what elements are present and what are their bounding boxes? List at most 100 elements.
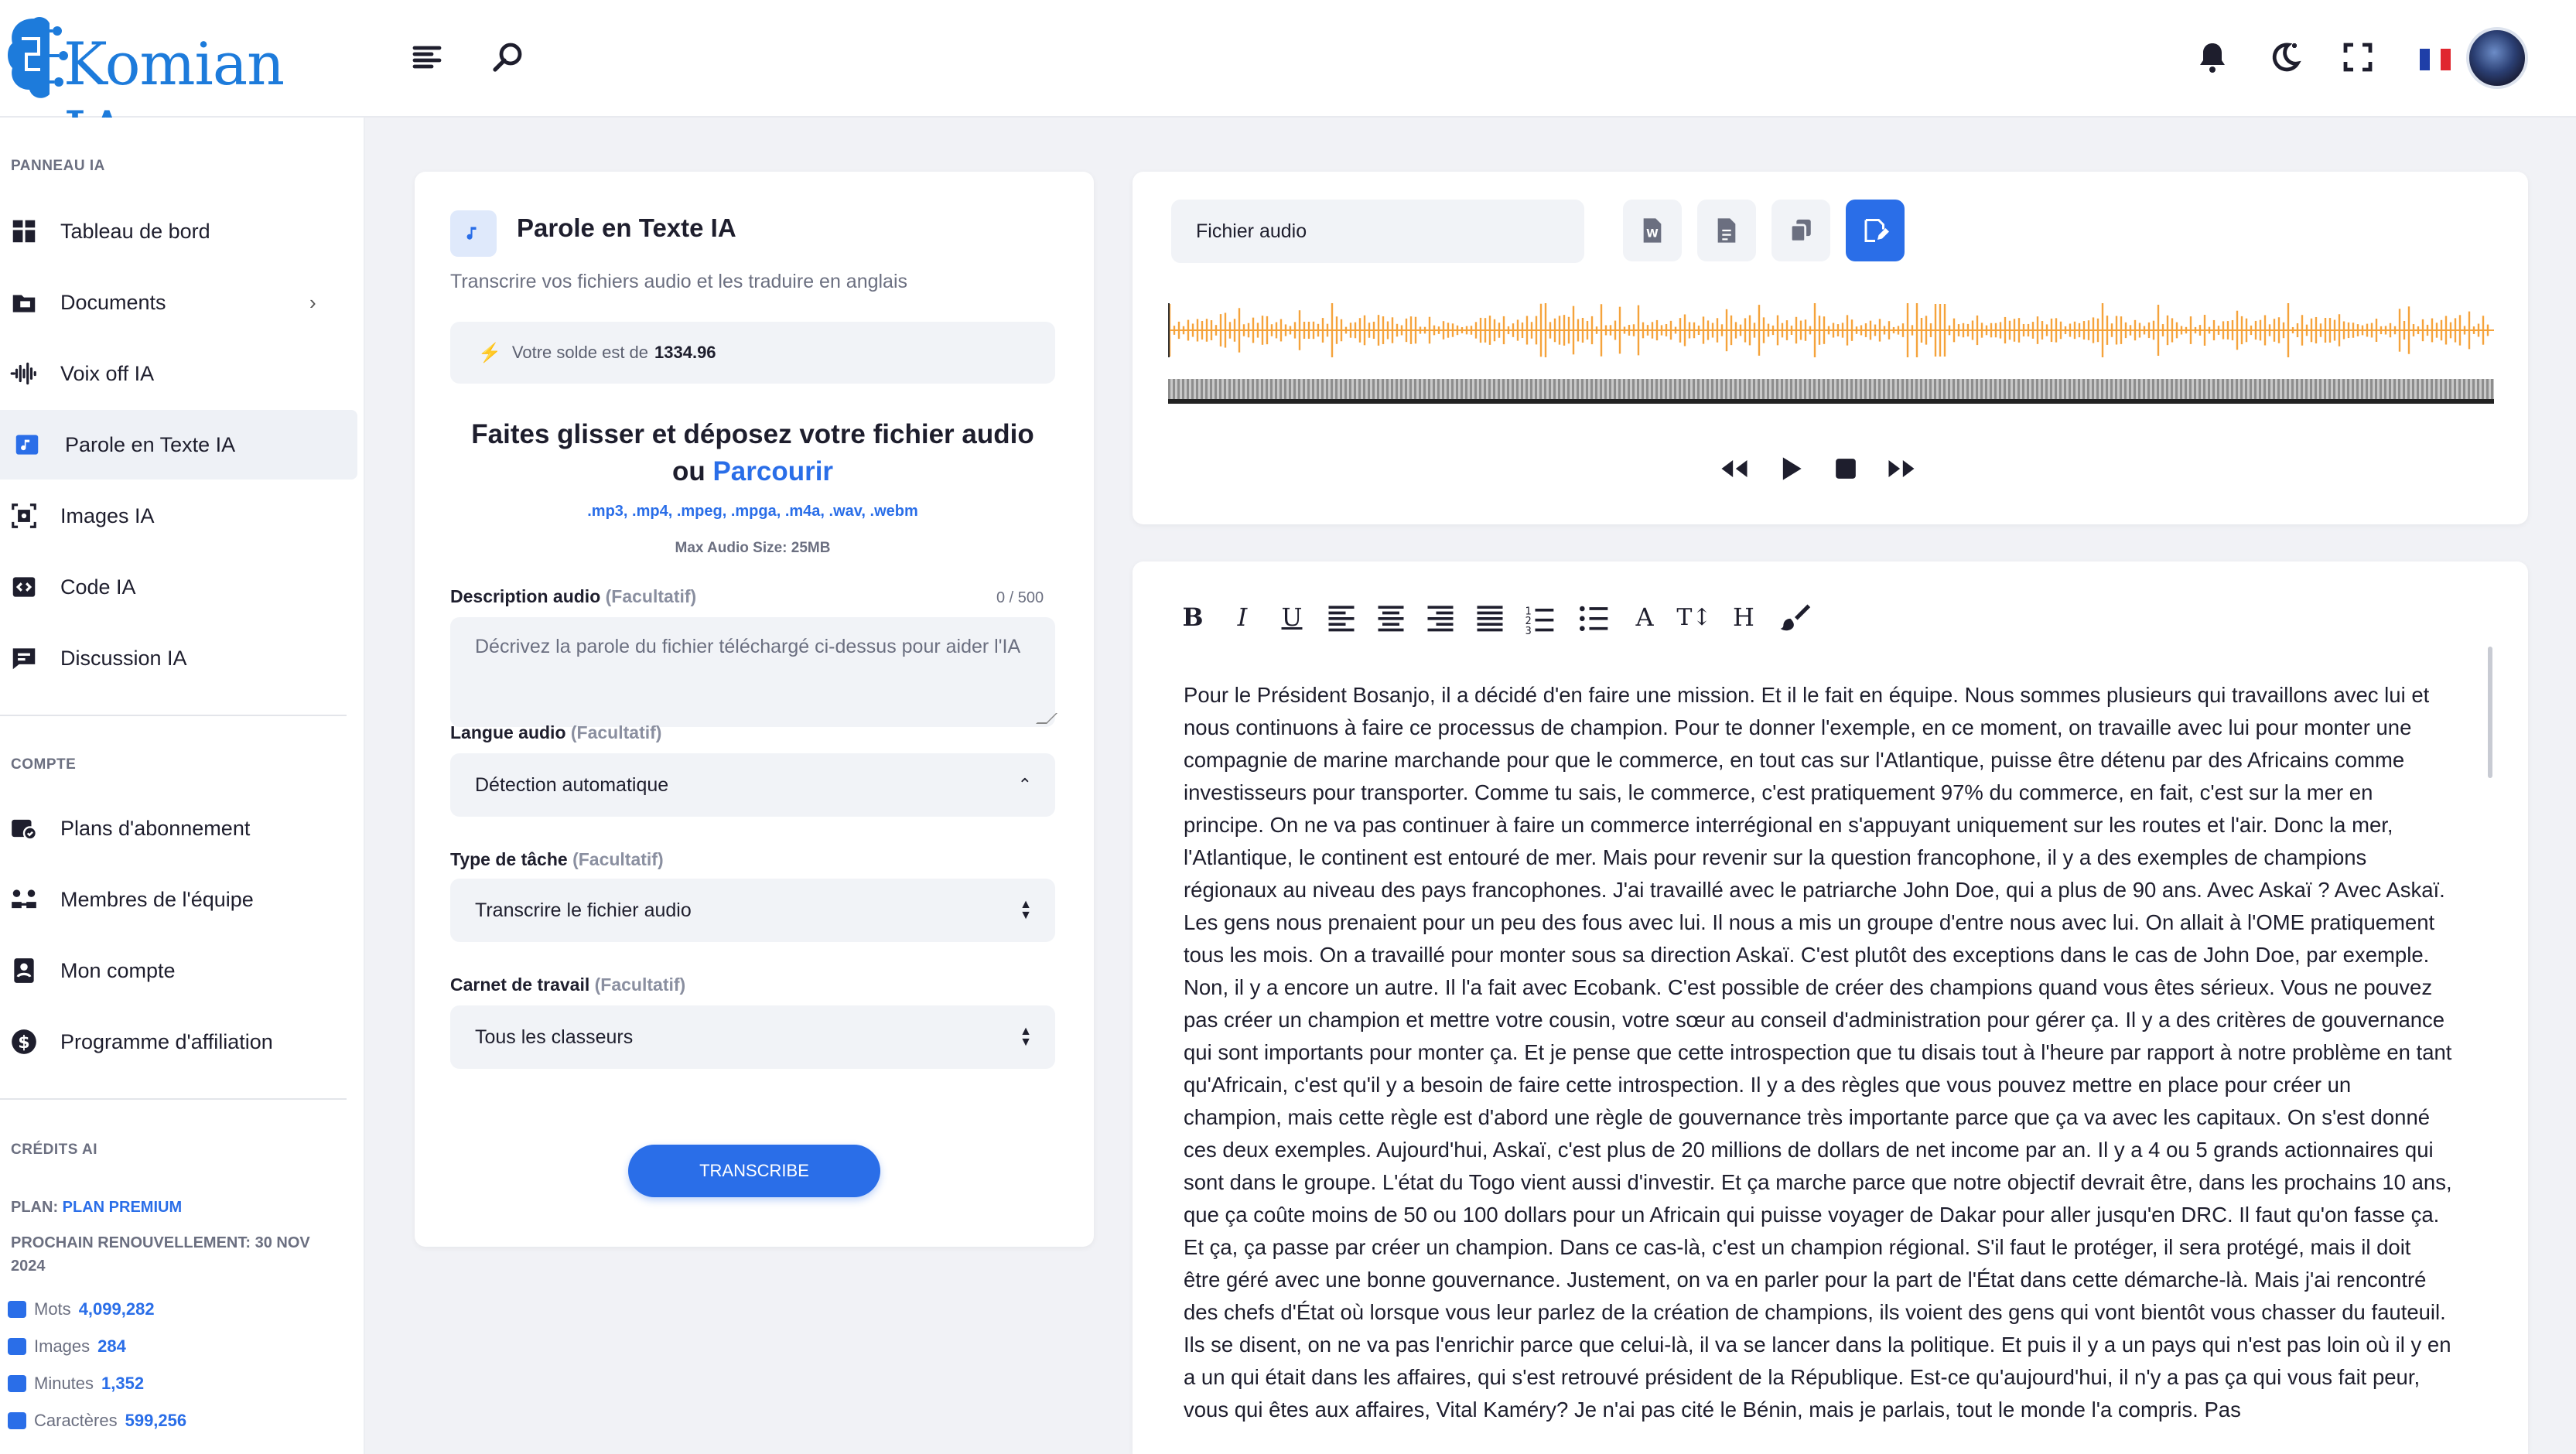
stat-value: 1,352 bbox=[101, 1374, 145, 1393]
sidebar-item-dashboard[interactable]: Tableau de bord bbox=[0, 196, 357, 266]
audio-waveform[interactable] bbox=[1168, 303, 2494, 357]
transcript-text[interactable]: Pour le Président Bosanjo, il a décidé d… bbox=[1184, 679, 2452, 1452]
font-size-icon[interactable]: T↕ bbox=[1676, 600, 1711, 634]
audio-timeline[interactable] bbox=[1168, 379, 2494, 404]
play-icon[interactable] bbox=[1773, 452, 1807, 486]
audio-file-icon bbox=[15, 435, 39, 455]
audio-file-name: Fichier audio bbox=[1171, 200, 1584, 263]
transcribe-button[interactable]: TRANSCRIBE bbox=[628, 1145, 880, 1197]
word-export-button[interactable]: W bbox=[1623, 200, 1682, 261]
sort-arrows-icon: ▲ ▼ bbox=[1020, 898, 1032, 922]
ordered-list-icon[interactable]: 123 bbox=[1522, 600, 1556, 634]
dropzone[interactable]: Faites glisser et déposez votre fichier … bbox=[450, 416, 1055, 490]
sidebar-item-plans[interactable]: Plans d'abonnement bbox=[0, 794, 357, 863]
sidebar-item-chat[interactable]: Discussion IA bbox=[0, 623, 357, 693]
team-icon bbox=[12, 889, 36, 909]
dropzone-title: Faites glisser et déposez votre fichier … bbox=[471, 419, 1034, 449]
sidebar-item-voiceover[interactable]: Voix off IA bbox=[0, 339, 357, 408]
language-select[interactable]: Détection automatique ⌃ bbox=[450, 753, 1055, 817]
plan-label: PLAN: bbox=[11, 1199, 59, 1216]
brush-icon[interactable] bbox=[1778, 600, 1812, 634]
fast-forward-icon[interactable] bbox=[1884, 452, 1918, 486]
search-icon[interactable] bbox=[489, 39, 526, 76]
french-flag-icon[interactable] bbox=[2420, 49, 2451, 70]
resize-handle[interactable] bbox=[1036, 713, 1057, 724]
editor-scrollbar[interactable] bbox=[2488, 647, 2492, 778]
copy-icon bbox=[1789, 219, 1811, 243]
sidebar-item-team[interactable]: Membres de l'équipe bbox=[0, 865, 357, 934]
chevron-up-icon: ⌃ bbox=[1017, 775, 1032, 794]
label-text: Type de tâche bbox=[450, 849, 568, 869]
stat-value: 4,099,282 bbox=[78, 1299, 155, 1319]
account-icon bbox=[14, 958, 34, 983]
fullscreen-icon[interactable] bbox=[2339, 39, 2376, 76]
brand-logo[interactable]: Komian IA bbox=[3, 8, 328, 167]
copy-button[interactable] bbox=[1771, 200, 1830, 261]
optional-tag: (Facultatif) bbox=[572, 849, 664, 869]
speech-to-text-form: Parole en Texte IA Transcrire vos fichie… bbox=[415, 172, 1094, 1247]
form-title: Parole en Texte IA bbox=[517, 213, 736, 242]
max-size: Max Audio Size: 25MB bbox=[675, 540, 831, 556]
file-export-button[interactable] bbox=[1697, 200, 1756, 261]
sidebar-item-images[interactable]: Images IA bbox=[0, 481, 357, 551]
bolt-icon: ⚡ bbox=[478, 342, 501, 364]
sidebar-item-label: Plans d'abonnement bbox=[60, 816, 251, 840]
brain-circuit-icon bbox=[8, 17, 68, 98]
task-label: Type de tâche (Facultatif) bbox=[450, 849, 664, 870]
label-text: Carnet de travail bbox=[450, 974, 590, 995]
edit-button[interactable] bbox=[1846, 200, 1905, 261]
folder-icon bbox=[12, 295, 36, 312]
dashboard-icon bbox=[12, 220, 36, 243]
sidebar-item-affiliate[interactable]: $ Programme d'affiliation bbox=[0, 1007, 357, 1077]
section-title-panel: PANNEAU IA bbox=[11, 158, 105, 174]
task-select[interactable]: Transcrire le fichier audio ▲ ▼ bbox=[450, 879, 1055, 942]
sidebar-item-label: Images IA bbox=[60, 503, 155, 527]
sidebar-item-label: Parole en Texte IA bbox=[65, 432, 236, 456]
edit-icon bbox=[1864, 219, 1889, 242]
user-avatar[interactable] bbox=[2466, 27, 2528, 89]
rewind-icon[interactable] bbox=[1717, 452, 1751, 486]
sort-arrows-icon: ▲ ▼ bbox=[1020, 1025, 1032, 1049]
underline-icon[interactable]: U bbox=[1275, 600, 1309, 634]
workbook-label: Carnet de travail (Facultatif) bbox=[450, 974, 685, 995]
align-left-icon[interactable] bbox=[1324, 600, 1358, 634]
stop-icon[interactable] bbox=[1829, 452, 1863, 486]
select-value: Détection automatique bbox=[475, 773, 669, 796]
bell-icon[interactable] bbox=[2194, 39, 2231, 76]
credit-stat-minutes: Minutes 1,352 bbox=[8, 1374, 144, 1394]
select-value: Transcrire le fichier audio bbox=[475, 899, 692, 921]
workbook-select[interactable]: Tous les classeurs ▲ ▼ bbox=[450, 1005, 1055, 1069]
italic-icon[interactable]: I bbox=[1225, 600, 1259, 634]
sidebar-item-documents[interactable]: Documents › bbox=[0, 268, 357, 337]
bullet-list-icon[interactable] bbox=[1577, 600, 1611, 634]
sidebar-divider bbox=[0, 715, 347, 716]
images-icon bbox=[8, 1338, 26, 1355]
stat-label: Minutes bbox=[34, 1374, 94, 1393]
label-text: Description audio bbox=[450, 586, 601, 606]
optional-tag: (Facultatif) bbox=[605, 586, 697, 606]
words-icon bbox=[8, 1301, 26, 1318]
minutes-icon bbox=[8, 1375, 26, 1392]
font-color-icon[interactable]: A bbox=[1628, 600, 1662, 634]
sidebar-item-label: Discussion IA bbox=[60, 646, 187, 670]
audio-file-icon bbox=[450, 210, 497, 257]
accepted-formats: .mp3, .mp4, .mpeg, .mpga, .m4a, .wav, .w… bbox=[587, 503, 918, 520]
align-right-icon[interactable] bbox=[1423, 600, 1457, 634]
svg-text:3: 3 bbox=[1525, 626, 1532, 634]
sidebar-item-speech-to-text[interactable]: Parole en Texte IA bbox=[0, 410, 357, 480]
chevron-right-icon: › bbox=[309, 290, 316, 314]
plan-value: PLAN PREMIUM bbox=[62, 1199, 183, 1216]
dropzone-or: ou bbox=[671, 456, 705, 486]
moon-icon[interactable] bbox=[2267, 39, 2304, 76]
justify-icon[interactable] bbox=[1473, 600, 1507, 634]
description-textarea[interactable]: Décrivez la parole du fichier téléchargé… bbox=[450, 617, 1057, 727]
heading-icon[interactable]: H bbox=[1727, 600, 1761, 634]
align-center-icon[interactable] bbox=[1374, 600, 1408, 634]
menu-icon[interactable] bbox=[408, 39, 446, 76]
sidebar-item-code[interactable]: Code IA bbox=[0, 552, 357, 622]
description-counter: 0 / 500 bbox=[996, 589, 1044, 606]
sidebar-item-account[interactable]: Mon compte bbox=[0, 936, 357, 1005]
bold-icon[interactable]: B bbox=[1176, 600, 1210, 634]
chat-icon bbox=[12, 648, 36, 670]
browse-link[interactable]: Parcourir bbox=[712, 456, 833, 486]
